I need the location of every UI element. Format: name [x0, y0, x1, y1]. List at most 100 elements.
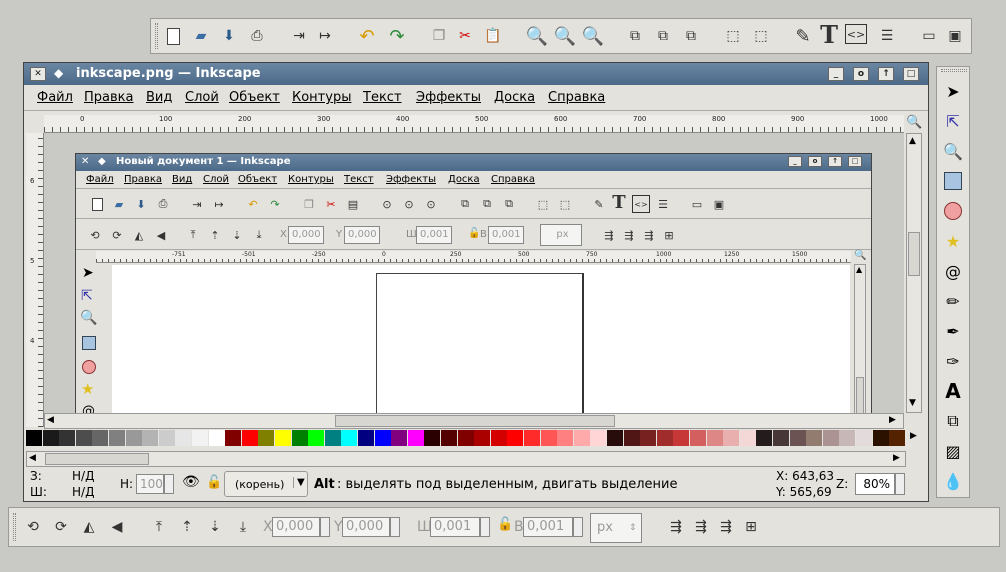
- save-icon[interactable]: ⬇: [217, 24, 241, 48]
- scroll-right-icon[interactable]: ▶: [889, 415, 896, 425]
- sticky-icon[interactable]: o: [853, 67, 869, 81]
- pen-tool-icon[interactable]: ✒: [941, 319, 965, 343]
- color-swatch[interactable]: [623, 430, 640, 446]
- palette-scroll-right-icon[interactable]: ▶: [910, 431, 917, 441]
- select-original-icon[interactable]: ⧉: [679, 24, 703, 48]
- open-folder-icon[interactable]: ▰: [189, 24, 213, 48]
- color-swatch[interactable]: [424, 430, 441, 446]
- opacity-spinner[interactable]: [164, 474, 174, 494]
- zoom-drawing-icon[interactable]: 🔍: [553, 24, 577, 48]
- color-swatch[interactable]: [158, 430, 175, 446]
- color-swatch[interactable]: [341, 430, 358, 446]
- color-swatch[interactable]: [192, 430, 208, 446]
- xml-editor-icon[interactable]: <>: [845, 24, 867, 44]
- color-swatch[interactable]: [59, 430, 76, 446]
- color-swatch[interactable]: [573, 430, 590, 446]
- menu-text[interactable]: Текст: [363, 90, 402, 105]
- menu-view[interactable]: Вид: [146, 90, 172, 105]
- lower-icon[interactable]: ⇣: [203, 515, 227, 539]
- scale-stroke-icon[interactable]: ⇶: [664, 515, 688, 539]
- vertical-scroll-thumb[interactable]: [908, 232, 920, 276]
- color-swatch[interactable]: [640, 430, 657, 446]
- horizontal-scroll-thumb[interactable]: [335, 415, 615, 427]
- paste-icon[interactable]: 📋: [481, 24, 505, 48]
- color-swatch[interactable]: [789, 430, 806, 446]
- color-swatch[interactable]: [225, 430, 242, 446]
- palette-scroll-thumb[interactable]: [45, 453, 149, 465]
- color-swatch[interactable]: [275, 430, 291, 446]
- color-swatch[interactable]: [441, 430, 457, 446]
- redo-icon[interactable]: ↷: [385, 24, 409, 48]
- color-swatch[interactable]: [258, 430, 275, 446]
- color-swatch[interactable]: [839, 430, 856, 446]
- zoom-corner-icon[interactable]: 🔍: [906, 115, 922, 130]
- color-swatch[interactable]: [690, 430, 706, 446]
- star-tool-icon[interactable]: ★: [941, 229, 965, 253]
- color-swatch[interactable]: [856, 430, 872, 446]
- units-select[interactable]: px ⇕: [590, 513, 642, 543]
- menu-edit[interactable]: Правка: [84, 90, 133, 105]
- calligraphy-tool-icon[interactable]: ✑: [941, 349, 965, 373]
- selector-tool-icon[interactable]: ➤: [941, 79, 965, 103]
- color-swatch[interactable]: [26, 430, 42, 446]
- zoom-page-icon[interactable]: 🔍: [581, 24, 605, 48]
- color-swatch[interactable]: [557, 430, 574, 446]
- color-swatch[interactable]: [773, 430, 789, 446]
- rectangle-tool-icon[interactable]: [941, 169, 965, 193]
- color-swatch[interactable]: [374, 430, 391, 446]
- shade-icon[interactable]: ↑: [878, 67, 894, 81]
- rotate-cw-icon[interactable]: ⟳: [49, 515, 73, 539]
- vertical-scrollbar[interactable]: ▲ ▼: [906, 133, 922, 413]
- group-icon[interactable]: ⬚: [721, 24, 745, 48]
- color-swatch[interactable]: [142, 430, 159, 446]
- opacity-field[interactable]: 100: [136, 474, 164, 494]
- raise-icon[interactable]: ⇡: [175, 515, 199, 539]
- new-document-icon[interactable]: [161, 24, 185, 48]
- y-field[interactable]: 0,000: [342, 517, 390, 537]
- color-swatch[interactable]: [407, 430, 424, 446]
- preferences-icon[interactable]: ▭: [917, 24, 941, 48]
- color-swatch[interactable]: [507, 430, 524, 446]
- zoom-spinner[interactable]: [895, 473, 905, 495]
- height-spinner[interactable]: [573, 517, 583, 537]
- print-icon[interactable]: ⎙: [245, 24, 269, 48]
- color-swatch[interactable]: [706, 430, 723, 446]
- rotate-ccw-icon[interactable]: ⟲: [21, 515, 45, 539]
- color-swatch[interactable]: [590, 430, 607, 446]
- color-swatch[interactable]: [308, 430, 325, 446]
- color-swatch[interactable]: [175, 430, 192, 446]
- color-swatch[interactable]: [673, 430, 690, 446]
- close-icon[interactable]: ✕: [30, 67, 46, 81]
- scale-corners-icon[interactable]: ⇶: [689, 515, 713, 539]
- menu-object[interactable]: Объект: [229, 90, 280, 105]
- zoom-field[interactable]: 80%: [855, 473, 895, 495]
- color-swatch[interactable]: [109, 430, 125, 446]
- node-tool-icon[interactable]: ⇱: [941, 109, 965, 133]
- color-swatch[interactable]: [241, 430, 258, 446]
- gradient-tool-icon[interactable]: ▨: [941, 439, 965, 463]
- pencil-tool-icon[interactable]: ✏: [941, 289, 965, 313]
- duplicate-icon[interactable]: ❐: [427, 24, 451, 48]
- lock-icon[interactable]: 🔓: [206, 475, 222, 490]
- palette-scrollbar[interactable]: ◀ ▶: [26, 451, 906, 467]
- color-swatch[interactable]: [524, 430, 540, 446]
- x-field[interactable]: 0,000: [272, 517, 320, 537]
- color-swatch[interactable]: [540, 430, 557, 446]
- toolbox-grip[interactable]: [941, 69, 967, 72]
- canvas[interactable]: ✕ ◆ Новый документ 1 — Inkscape _ o ↑ □ …: [44, 133, 904, 413]
- text-font-icon[interactable]: T: [817, 20, 841, 49]
- scroll-up-icon[interactable]: ▲: [909, 136, 916, 146]
- flip-horizontal-icon[interactable]: ◭: [77, 515, 101, 539]
- lower-bottom-icon[interactable]: ⤓: [231, 515, 255, 539]
- color-swatch[interactable]: [739, 430, 756, 446]
- unlink-clone-icon[interactable]: ⧉: [651, 24, 675, 48]
- color-swatch[interactable]: [889, 430, 906, 446]
- menu-effects[interactable]: Эффекты: [416, 90, 481, 105]
- color-swatch[interactable]: [358, 430, 374, 446]
- transform-gradients-icon[interactable]: ⇶: [714, 515, 738, 539]
- document-properties-icon[interactable]: ▣: [943, 24, 967, 48]
- eye-icon[interactable]: 👁: [182, 474, 200, 490]
- window-titlebar[interactable]: ✕ ◆ inkscape.png — Inkscape _ o ↑ □: [24, 63, 928, 85]
- export-icon[interactable]: ↦: [313, 24, 337, 48]
- align-distribute-icon[interactable]: ☰: [875, 24, 899, 48]
